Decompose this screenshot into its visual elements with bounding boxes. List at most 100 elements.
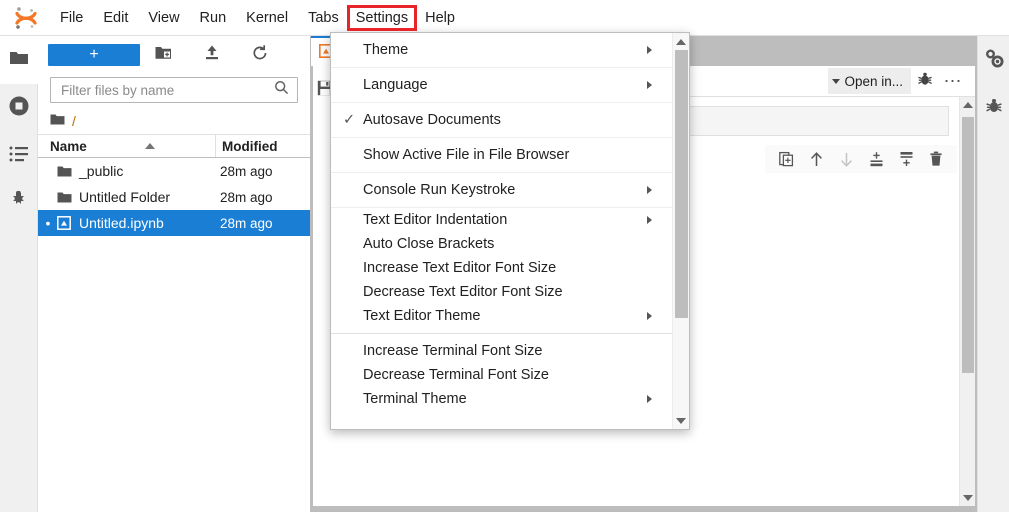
submenu-arrow-icon bbox=[647, 46, 652, 54]
scroll-up-arrow[interactable] bbox=[960, 97, 976, 113]
file-name: Untitled Folder bbox=[79, 189, 171, 205]
settings-menu-item[interactable]: Increase Text Editor Font Size bbox=[331, 256, 672, 280]
refresh-button[interactable] bbox=[236, 40, 284, 70]
scrollbar-track[interactable] bbox=[673, 50, 690, 412]
breadcrumb-path[interactable]: / bbox=[72, 113, 76, 129]
new-folder-button[interactable] bbox=[140, 40, 188, 70]
settings-menu-item-label: Auto Close Brackets bbox=[363, 236, 495, 252]
file-list-item[interactable]: • Untitled.ipynb 28m ago bbox=[38, 210, 310, 236]
duplicate-cell-icon[interactable] bbox=[771, 146, 801, 172]
menu-file[interactable]: File bbox=[51, 5, 92, 31]
settings-menu-item-label: Terminal Theme bbox=[363, 391, 467, 407]
settings-menu-item[interactable]: Show Active File in File Browser bbox=[331, 138, 672, 173]
debugger-toggle-button[interactable] bbox=[911, 68, 939, 94]
caret-down-icon bbox=[832, 78, 841, 84]
settings-menu-item[interactable]: Decrease Text Editor Font Size bbox=[331, 280, 672, 304]
scroll-down-arrow[interactable] bbox=[673, 412, 690, 429]
settings-menu-item-label: Show Active File in File Browser bbox=[363, 147, 570, 163]
menu-kernel[interactable]: Kernel bbox=[237, 5, 297, 31]
settings-menu-item-label: Decrease Terminal Font Size bbox=[363, 367, 549, 383]
submenu-arrow-icon bbox=[647, 395, 652, 403]
column-header-name[interactable]: Name bbox=[38, 135, 216, 157]
folder-icon bbox=[9, 49, 29, 72]
settings-menu-item-label: Increase Text Editor Font Size bbox=[363, 260, 557, 276]
file-list-item[interactable]: _public 28m ago bbox=[38, 158, 310, 184]
menu-settings[interactable]: Settings bbox=[346, 4, 418, 31]
insert-cell-below-icon[interactable] bbox=[891, 146, 921, 172]
settings-menu-scrollbar[interactable] bbox=[672, 33, 689, 429]
sidebar-item-extension-manager[interactable] bbox=[0, 180, 38, 228]
folder-icon bbox=[54, 165, 74, 178]
settings-menu-item[interactable]: Decrease Terminal Font Size bbox=[331, 363, 672, 387]
sort-asc-icon bbox=[144, 143, 155, 149]
menu-help[interactable]: Help bbox=[416, 5, 464, 31]
move-cell-up-icon[interactable] bbox=[801, 146, 831, 172]
ellipsis-icon: ⋯ bbox=[943, 71, 963, 91]
scroll-down-arrow[interactable] bbox=[960, 490, 976, 506]
search-icon bbox=[274, 80, 289, 100]
open-in-button[interactable]: Open in... bbox=[828, 68, 911, 94]
insert-cell-above-icon[interactable] bbox=[861, 146, 891, 172]
settings-menu-item-label: Decrease Text Editor Font Size bbox=[363, 284, 563, 300]
search-input[interactable] bbox=[61, 82, 274, 98]
menu-run[interactable]: Run bbox=[191, 5, 236, 31]
settings-menu-item[interactable]: Text Editor Theme bbox=[331, 304, 672, 328]
file-list-item[interactable]: Untitled Folder 28m ago bbox=[38, 184, 310, 210]
gears-icon bbox=[983, 47, 1005, 74]
submenu-arrow-icon bbox=[647, 186, 652, 194]
settings-menu-item-label: Autosave Documents bbox=[363, 112, 501, 128]
file-modified: 28m ago bbox=[220, 215, 273, 231]
delete-cell-icon[interactable] bbox=[921, 146, 951, 172]
menu-view[interactable]: View bbox=[139, 5, 188, 31]
puzzle-icon bbox=[8, 190, 30, 218]
running-indicator-dot: • bbox=[45, 215, 51, 231]
move-cell-down-icon[interactable] bbox=[831, 146, 861, 172]
folder-icon bbox=[50, 113, 65, 129]
column-header-name-label: Name bbox=[50, 138, 87, 154]
settings-menu-item[interactable]: Theme bbox=[331, 33, 672, 68]
right-activity-bar bbox=[977, 36, 1009, 512]
scroll-up-arrow[interactable] bbox=[673, 33, 690, 50]
column-header-modified[interactable]: Modified bbox=[216, 135, 310, 157]
scrollbar-thumb[interactable] bbox=[961, 117, 974, 374]
file-filter-box[interactable] bbox=[50, 77, 298, 103]
settings-menu-item[interactable]: Language bbox=[331, 68, 672, 103]
sidebar-item-table-of-contents[interactable] bbox=[0, 132, 38, 180]
new-folder-icon bbox=[155, 45, 173, 66]
stop-circle-icon bbox=[8, 95, 30, 122]
settings-menu-item-label: Text Editor Indentation bbox=[363, 212, 508, 228]
bug-icon bbox=[985, 97, 1003, 120]
upload-button[interactable] bbox=[188, 40, 236, 70]
settings-menu-item[interactable]: Console Run Keystroke bbox=[331, 173, 672, 208]
settings-menu-item[interactable]: Auto Close Brackets bbox=[331, 232, 672, 256]
new-launcher-button[interactable]: + bbox=[48, 44, 140, 66]
bug-icon bbox=[917, 71, 933, 92]
sidebar-item-file-browser[interactable] bbox=[0, 36, 38, 84]
settings-menu-item-label: Increase Terminal Font Size bbox=[363, 343, 543, 359]
folder-icon bbox=[54, 191, 74, 204]
file-browser-toolbar: + bbox=[38, 36, 310, 74]
sidebar-item-property-inspector[interactable] bbox=[978, 36, 1009, 84]
settings-menu-item[interactable]: Text Editor Indentation bbox=[331, 208, 672, 232]
file-modified: 28m ago bbox=[220, 163, 273, 179]
overflow-menu-button[interactable]: ⋯ bbox=[939, 68, 967, 94]
menu-edit[interactable]: Edit bbox=[94, 5, 137, 31]
settings-menu-item-label: Text Editor Theme bbox=[363, 308, 481, 324]
settings-menu-item[interactable]: Terminal Theme bbox=[331, 387, 672, 411]
menu-tabs[interactable]: Tabs bbox=[299, 5, 348, 31]
list-icon bbox=[9, 145, 29, 168]
sidebar-item-debugger[interactable] bbox=[978, 84, 1009, 132]
scrollbar-track[interactable] bbox=[960, 113, 976, 490]
settings-menu-item[interactable]: Increase Terminal Font Size bbox=[331, 339, 672, 363]
sidebar-item-running-sessions[interactable] bbox=[0, 84, 38, 132]
file-name: Untitled.ipynb bbox=[79, 215, 164, 231]
settings-menu-item[interactable]: ✓ Autosave Documents bbox=[331, 103, 672, 138]
jupyterlab-window: File Edit View Run Kernel Tabs Settings Help bbox=[0, 0, 1009, 512]
breadcrumb[interactable]: / bbox=[38, 108, 310, 134]
notebook-vertical-scrollbar[interactable] bbox=[959, 97, 975, 506]
notebook-icon bbox=[54, 216, 74, 230]
file-modified: 28m ago bbox=[220, 189, 273, 205]
scrollbar-thumb[interactable] bbox=[674, 50, 688, 318]
settings-menu-item-label: Theme bbox=[363, 42, 409, 58]
refresh-icon bbox=[251, 44, 269, 67]
